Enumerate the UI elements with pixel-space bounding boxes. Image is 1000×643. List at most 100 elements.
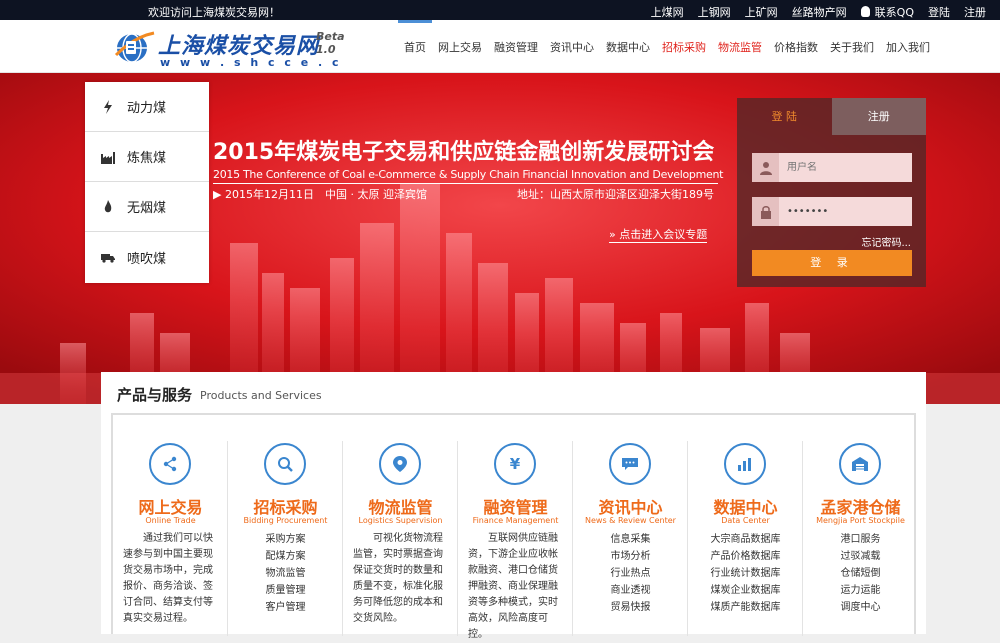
list-item[interactable]: 过驳减载	[803, 548, 918, 565]
login-submit-button[interactable]: 登 录	[752, 250, 912, 276]
list-item[interactable]: 质量管理	[228, 582, 343, 599]
tab-register[interactable]: 注册	[831, 98, 926, 135]
banner-address: 地址：山西太原市迎泽区迎泽大街189号	[517, 188, 714, 201]
menu-item-anthracite[interactable]: 无烟煤	[85, 182, 209, 232]
product-data-center[interactable]: 数据中心 Data Center 大宗商品数据库 产品价格数据库 行业统计数据库…	[688, 415, 803, 636]
bar-chart-icon	[724, 443, 766, 485]
product-logistics[interactable]: 物流监管 Logistics Supervision 可视化货物流程监管，实时票…	[343, 415, 458, 636]
product-link-list: 大宗商品数据库 产品价格数据库 行业统计数据库 煤炭企业数据库 煤质产能数据库	[688, 531, 803, 616]
product-name: 招标采购	[253, 498, 318, 517]
menu-item-label: 动力煤	[127, 101, 167, 116]
list-item[interactable]: 商业透视	[573, 582, 688, 599]
list-item[interactable]: 大宗商品数据库	[688, 531, 803, 548]
nav-home[interactable]: 首页	[398, 20, 432, 73]
product-name: 网上交易	[138, 498, 203, 517]
product-port-stockpile[interactable]: 孟家港仓储 Mengjia Port Stockpile 港口服务 过驳减载 仓…	[803, 415, 918, 636]
list-item[interactable]: 行业统计数据库	[688, 565, 803, 582]
link-silu[interactable]: 丝路物产网	[792, 4, 847, 20]
menu-item-injection-coal[interactable]: 喷吹煤	[85, 232, 209, 282]
penguin-icon	[860, 6, 870, 17]
product-bidding[interactable]: 招标采购 Bidding Procurement 采购方案 配煤方案 物流监管 …	[228, 415, 343, 636]
list-item[interactable]: 市场分析	[573, 548, 688, 565]
lightning-icon	[104, 99, 112, 114]
username-field[interactable]	[752, 153, 912, 182]
banner-title: 2015年煤炭电子交易和供应链金融创新发展研讨会	[213, 140, 715, 165]
link-shangmei[interactable]: 上煤网	[651, 4, 684, 20]
double-chevron-icon: »	[609, 228, 616, 241]
banner-enter-link[interactable]: » 点击进入会议专题	[609, 226, 708, 243]
list-item[interactable]: 贸易快报	[573, 599, 688, 616]
username-input[interactable]	[779, 162, 909, 173]
link-shangkuang[interactable]: 上矿网	[745, 4, 778, 20]
forgot-password-link[interactable]: 忘记密码...	[861, 234, 911, 249]
product-english-name: Bidding Procurement	[243, 516, 328, 525]
factory-icon	[101, 151, 115, 164]
list-item[interactable]: 配煤方案	[228, 548, 343, 565]
product-name: 融资管理	[483, 498, 548, 517]
list-item[interactable]: 信息采集	[573, 531, 688, 548]
menu-item-thermal-coal[interactable]: 动力煤	[85, 82, 209, 132]
list-item[interactable]: 煤炭企业数据库	[688, 582, 803, 599]
nav-bidding[interactable]: 招标采购	[656, 20, 712, 73]
products-services-section: 产品与服务 Products and Services 网上交易 Online …	[101, 372, 926, 640]
nav-online-trade[interactable]: 网上交易	[432, 20, 488, 73]
product-english-name: Mengjia Port Stockpile	[816, 516, 905, 525]
product-news-center[interactable]: 资讯中心 News & Review Center 信息采集 市场分析 行业热点…	[573, 415, 688, 636]
nav-about[interactable]: 关于我们	[824, 20, 880, 73]
site-logo[interactable]: 上海煤炭交易网 Beta 1.0 w w w . s h c c e . c o…	[112, 26, 352, 82]
product-link-list: 港口服务 过驳减载 仓储短倒 运力运能 调度中心	[803, 531, 918, 616]
product-link-list: 采购方案 配煤方案 物流监管 质量管理 客户管理	[228, 531, 343, 616]
globe-logo-icon	[114, 31, 155, 63]
product-description: 通过我们可以快速参与到中国主要现货交易市场中，完成报价、商务洽谈、签订合同、结算…	[123, 533, 213, 624]
product-description: 互联网供应链融资，下游企业应收帐款融资、港口仓储货押融资、商业保理融资等多种模式…	[468, 533, 558, 640]
tab-login[interactable]: 登 陆	[737, 98, 832, 135]
product-name: 资讯中心	[598, 498, 663, 517]
top-login-link[interactable]: 登陆	[928, 4, 950, 20]
product-online-trade[interactable]: 网上交易 Online Trade 通过我们可以快速参与到中国主要现货交易市场中…	[113, 415, 228, 636]
product-english-name: Data Center	[721, 516, 770, 525]
login-tabs: 登 陆 注册	[737, 98, 926, 135]
password-field[interactable]	[752, 197, 912, 226]
list-item[interactable]: 物流监管	[228, 565, 343, 582]
chat-bubble-icon	[609, 443, 651, 485]
menu-item-coking-coal[interactable]: 炼焦煤	[85, 132, 209, 182]
list-item[interactable]: 港口服务	[803, 531, 918, 548]
coal-category-menu: 动力煤 炼焦煤 无烟煤 喷吹煤	[85, 82, 209, 283]
list-item[interactable]: 调度中心	[803, 599, 918, 616]
nav-logistics[interactable]: 物流监管	[712, 20, 768, 73]
menu-item-label: 喷吹煤	[127, 251, 167, 267]
nav-news[interactable]: 资讯中心	[544, 20, 600, 73]
list-item[interactable]: 运力运能	[803, 582, 918, 599]
list-item[interactable]: 煤质产能数据库	[688, 599, 803, 616]
section-subtitle: Products and Services	[200, 389, 322, 402]
product-finance[interactable]: ¥ 融资管理 Finance Management 互联网供应链融资，下游企业应…	[458, 415, 573, 640]
list-item[interactable]: 采购方案	[228, 531, 343, 548]
list-item[interactable]: 仓储短倒	[803, 565, 918, 582]
list-item[interactable]: 行业热点	[573, 565, 688, 582]
nav-price-index[interactable]: 价格指数	[768, 20, 824, 73]
link-shanggang[interactable]: 上钢网	[698, 4, 731, 20]
banner-headline: 2015年煤炭电子交易和供应链金融创新发展研讨会 2015 The Confer…	[213, 134, 723, 243]
product-name: 数据中心	[713, 498, 778, 517]
product-english-name: News & Review Center	[585, 516, 676, 525]
user-icon	[752, 153, 779, 182]
top-register-link[interactable]: 注册	[964, 4, 986, 20]
product-english-name: Finance Management	[472, 516, 559, 525]
password-input[interactable]	[779, 206, 909, 217]
welcome-text: 欢迎访问上海煤炭交易网！	[148, 6, 280, 19]
main-nav: 首页 网上交易 融资管理 资讯中心 数据中心 招标采购 物流监管 价格指数 关于…	[398, 20, 936, 73]
product-english-name: Online Trade	[145, 516, 196, 525]
nav-data[interactable]: 数据中心	[600, 20, 656, 73]
section-title: 产品与服务	[117, 386, 193, 404]
contact-qq-link[interactable]: 联系QQ	[860, 4, 914, 20]
nav-join[interactable]: 加入我们	[880, 20, 936, 73]
top-links: 上煤网 上钢网 上矿网 丝路物产网 联系QQ 登陆 注册	[651, 4, 1000, 20]
magnifier-icon	[264, 443, 306, 485]
list-item[interactable]: 客户管理	[228, 599, 343, 616]
warehouse-icon	[839, 443, 881, 485]
list-item[interactable]: 产品价格数据库	[688, 548, 803, 565]
product-english-name: Logistics Supervision	[358, 516, 443, 525]
nav-finance[interactable]: 融资管理	[488, 20, 544, 73]
product-name: 物流监管	[368, 498, 433, 517]
product-name: 孟家港仓储	[820, 498, 901, 517]
